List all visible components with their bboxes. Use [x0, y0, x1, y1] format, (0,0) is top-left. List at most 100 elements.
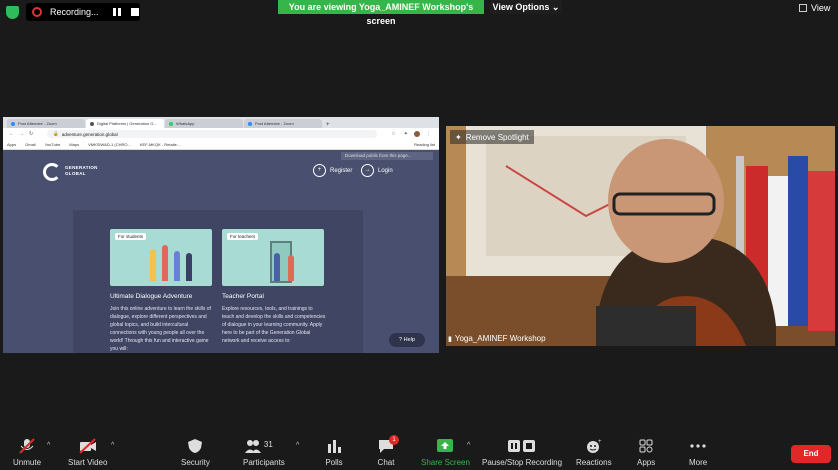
unmute-label: Unmute — [13, 458, 42, 467]
share-screen-button[interactable]: Share Screen — [421, 438, 470, 467]
apps-icon — [637, 438, 655, 454]
zoom-favicon-icon — [11, 121, 15, 126]
browser-tab[interactable]: Post Attendee - Zoom — [7, 119, 85, 128]
share-options-chevron-icon[interactable]: ^ — [467, 442, 470, 449]
reactions-button[interactable]: + Reactions — [576, 438, 612, 467]
student-figure-icon — [186, 253, 192, 281]
teacher-figure-icon — [288, 255, 294, 281]
login-label: Login — [378, 167, 393, 174]
pin-icon: ✦ — [455, 132, 462, 142]
view-button[interactable]: View — [799, 3, 830, 13]
url-text: adventure.generation.global — [61, 131, 118, 137]
video-off-icon — [79, 438, 97, 454]
tab-label: WhatsApp — [176, 121, 195, 126]
share-screen-label: Share Screen — [421, 458, 470, 467]
reading-list-button[interactable]: Reading list — [414, 142, 435, 147]
students-illustration[interactable]: For students — [110, 229, 212, 286]
pause-stop-recording-label: Pause/Stop Recording — [482, 458, 563, 467]
programs-card: For students For teachers Ultimate Dialo… — [73, 210, 363, 353]
participant-name-label: ▮ Yoga_AMINEF Workshop — [448, 334, 546, 343]
students-tag: For students — [115, 233, 147, 240]
unmute-button[interactable]: Unmute — [13, 438, 41, 467]
participant-video[interactable] — [446, 126, 835, 346]
bookmark-maps[interactable]: Maps — [69, 142, 79, 147]
help-label: Help — [403, 337, 415, 343]
meeting-toolbar — [0, 432, 838, 470]
recording-indicator: Recording... — [26, 3, 140, 21]
help-icon: ? — [399, 337, 403, 343]
star-icon[interactable]: ☆ — [391, 131, 395, 137]
register-label: Register — [330, 167, 353, 174]
grid-view-icon — [799, 4, 807, 12]
start-video-label: Start Video — [68, 458, 108, 467]
generation-global-logo-icon[interactable] — [43, 163, 61, 181]
reactions-label: Reactions — [576, 458, 612, 467]
muted-mic-icon — [18, 438, 36, 454]
register-button[interactable]: + Register — [313, 164, 352, 177]
chat-button[interactable]: 1 Chat — [377, 435, 399, 467]
security-shield-icon[interactable] — [6, 6, 19, 19]
url-field[interactable]: 🔒 adventure.generation.global — [47, 130, 378, 138]
bookmark-gmail[interactable]: Gmail — [25, 142, 35, 147]
browser-tab[interactable]: Post Attendee - Zoom — [244, 119, 322, 128]
svg-text:+: + — [598, 439, 602, 445]
reload-icon[interactable]: ↻ — [29, 131, 33, 137]
share-screen-icon — [436, 438, 454, 454]
polls-chart-icon — [325, 438, 343, 454]
profile-avatar[interactable] — [413, 131, 420, 137]
forward-icon[interactable]: → — [19, 131, 24, 137]
participants-button[interactable]: 31 Participants — [243, 438, 285, 467]
stop-recording-icon[interactable] — [130, 8, 139, 16]
bookmarks-bar: Apps Gmail YouTube Maps VMKSIWAD-1 (CHRO… — [3, 140, 439, 150]
record-dot-icon — [32, 7, 42, 17]
browser-tab[interactable]: WhatsApp — [165, 119, 243, 128]
download-notice: Download public from this page... — [341, 152, 433, 160]
apps-button[interactable]: Apps — [637, 438, 655, 467]
apps-label: Apps — [637, 458, 656, 467]
extensions-icon[interactable]: ✦ — [404, 131, 408, 137]
remove-spotlight-button[interactable]: ✦ Remove Spotlight — [450, 130, 534, 144]
pause-stop-recording-button[interactable]: Pause/Stop Recording — [482, 438, 562, 467]
signal-bars-icon: ▮ — [448, 335, 452, 343]
viewing-screen-banner: You are viewing Yoga_AMINEF Workshop's s… — [278, 0, 484, 26]
whatsapp-favicon-icon — [169, 121, 173, 126]
participants-chevron-icon[interactable]: ^ — [296, 442, 299, 449]
chat-label: Chat — [377, 458, 395, 467]
pause-stop-icon — [507, 438, 537, 454]
chevron-down-icon: ⌄ — [551, 2, 560, 12]
audio-options-chevron-icon[interactable]: ^ — [47, 442, 50, 449]
security-button[interactable]: Security — [181, 438, 210, 467]
teachers-title[interactable]: Teacher Portal — [222, 293, 264, 300]
end-meeting-button[interactable]: End — [791, 445, 831, 463]
remove-spotlight-label: Remove Spotlight — [465, 132, 529, 142]
tab-label: Post Attendee - Zoom — [255, 121, 294, 126]
login-button[interactable]: → Login — [361, 164, 393, 177]
bookmark-apps[interactable]: Apps — [7, 142, 16, 147]
students-description: Join this online adventure to learn the … — [110, 306, 211, 352]
help-button[interactable]: ? Help — [389, 333, 425, 347]
bookmark-item[interactable]: KEF-MKQK - Retaile... — [140, 142, 180, 147]
bookmark-youtube[interactable]: YouTube — [45, 142, 61, 147]
logo-text: GENERATION GLOBAL — [65, 165, 98, 176]
teachers-tag: For teachers — [227, 233, 259, 240]
chat-bubble-icon: 1 — [377, 435, 399, 454]
browser-tab-active[interactable]: Digital Platforms | Generation G... — [86, 119, 164, 128]
browser-menu-icon[interactable]: ⋮ — [426, 131, 431, 137]
start-video-button[interactable]: Start Video — [68, 438, 107, 467]
teachers-illustration[interactable]: For teachers — [222, 229, 324, 286]
students-title[interactable]: Ultimate Dialogue Adventure — [110, 293, 192, 300]
video-frame — [446, 126, 835, 346]
bookmark-item[interactable]: VMKSIWAD-1 (CHRO... — [88, 142, 131, 147]
polls-button[interactable]: Polls — [325, 438, 343, 467]
recording-label: Recording... — [50, 7, 99, 17]
browser-tab-strip: Post Attendee - Zoom Digital Platforms |… — [3, 117, 439, 128]
view-options-button[interactable]: View Options ⌄ — [490, 0, 562, 14]
lock-icon: 🔒 — [53, 131, 59, 136]
more-button[interactable]: More — [689, 438, 707, 467]
pause-recording-icon[interactable] — [112, 8, 121, 16]
address-bar-row: ← → ↻ 🔒 adventure.generation.global ☆ ✦ … — [3, 128, 439, 140]
video-options-chevron-icon[interactable]: ^ — [111, 442, 114, 449]
user-plus-icon: + — [313, 164, 326, 177]
participants-count: 31 — [263, 440, 273, 449]
back-icon[interactable]: ← — [9, 131, 14, 137]
